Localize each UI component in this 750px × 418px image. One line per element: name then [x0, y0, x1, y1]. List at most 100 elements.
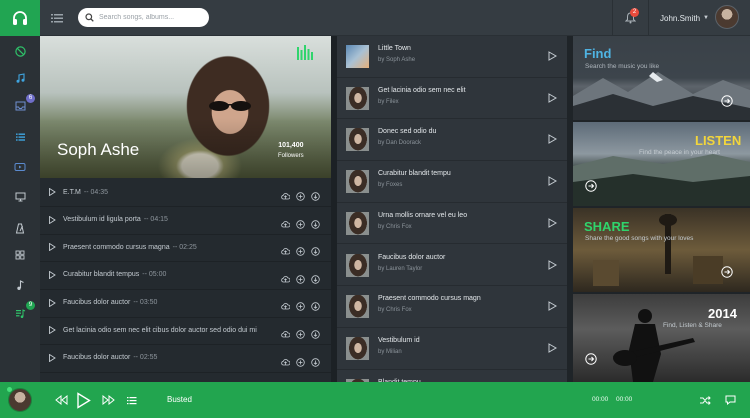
listen-subtitle: Find the peace in your heart [639, 149, 720, 156]
feature-card-find[interactable]: Find Search the music you like [573, 36, 750, 120]
sidebar-item-playlists[interactable]: 9 [0, 301, 40, 324]
play-icon[interactable] [48, 270, 56, 279]
cloud-upload-icon[interactable] [281, 216, 291, 227]
track-title: Faucibus dolor auctor [63, 354, 131, 362]
avatar[interactable] [715, 5, 739, 29]
cloud-upload-icon[interactable] [281, 243, 291, 255]
list-item[interactable]: Praesent commodo cursus magn by Chris Fox [337, 286, 567, 328]
arrow-right-icon[interactable] [721, 95, 733, 107]
play-icon[interactable] [48, 298, 56, 307]
table-row[interactable]: Faucibus dolor auctor -- 03:50 [40, 288, 331, 318]
song-artist: by Foxes [378, 182, 403, 189]
track-duration: -- 02:55 [133, 354, 158, 362]
download-circle-icon[interactable] [311, 354, 320, 367]
notifications-button[interactable]: 2 [612, 0, 649, 36]
headphones-logo-button[interactable] [0, 0, 40, 36]
cloud-upload-icon[interactable] [281, 188, 291, 200]
table-row[interactable]: E.T.M -- 04:35 [40, 178, 331, 208]
download-circle-icon[interactable] [311, 216, 320, 229]
feature-card-2014[interactable]: 2014 Find, Listen & Share [573, 294, 750, 382]
play-button[interactable] [76, 382, 91, 418]
track-duration: -- 02:25 [172, 243, 197, 251]
cloud-upload-icon[interactable] [281, 354, 291, 365]
list-item[interactable]: Curabitur blandit tempu by Foxes [337, 161, 567, 203]
table-row[interactable]: Praesent commodo cursus magna -- 02:25 [40, 233, 331, 263]
play-icon[interactable] [548, 176, 557, 186]
next-button[interactable] [102, 382, 115, 418]
table-row[interactable]: Faucibus dolor auctor -- 02:55 [40, 344, 331, 373]
disc-icon [14, 45, 26, 57]
arrow-right-icon[interactable] [585, 353, 597, 365]
add-circle-icon[interactable] [296, 271, 305, 284]
add-circle-icon[interactable] [296, 354, 305, 367]
cloud-upload-icon[interactable] [281, 326, 291, 338]
user-menu[interactable]: John.Smith ▼ [660, 0, 739, 36]
player-avatar[interactable] [8, 388, 32, 412]
list-item[interactable]: Get lacinia odio sem nec elit by Filex [337, 78, 567, 120]
download-circle-icon[interactable] [311, 298, 320, 312]
sidebar-item-inbox[interactable]: 6 [0, 94, 40, 117]
list-item[interactable]: Donec sed odio du by Dan Doorack [337, 119, 567, 162]
sidebar-item-lists[interactable] [0, 126, 40, 148]
list-item[interactable]: Little Town by Soph Ashe [337, 36, 567, 78]
play-icon[interactable] [548, 343, 557, 353]
sidebar-item-songs[interactable] [0, 274, 40, 296]
feature-card-share[interactable]: SHARE Share the good songs with your lov… [573, 208, 750, 292]
search-input[interactable] [99, 14, 204, 21]
sidebar-item-tempo[interactable] [0, 217, 40, 239]
player-bar: Busted 00:00 00:00 [0, 382, 750, 418]
sidebar-item-discover[interactable] [0, 40, 40, 62]
add-circle-icon[interactable] [296, 298, 305, 312]
add-circle-icon[interactable] [296, 216, 305, 229]
list-item[interactable]: Faucibus dolor auctor by Lauren Taylor [337, 245, 567, 287]
search-icon[interactable] [85, 13, 94, 22]
play-icon[interactable] [548, 92, 557, 103]
song-artist: by Chris Fox [378, 223, 412, 230]
arrow-right-icon[interactable] [721, 266, 733, 278]
previous-button[interactable] [55, 382, 68, 418]
lyrics-button[interactable] [725, 382, 736, 418]
add-circle-icon[interactable] [296, 188, 305, 201]
add-circle-icon[interactable] [296, 243, 305, 256]
track-actions [281, 298, 320, 312]
sidebar-item-video[interactable] [0, 156, 40, 178]
play-icon[interactable] [548, 259, 557, 270]
play-icon[interactable] [548, 217, 557, 228]
play-icon[interactable] [48, 326, 56, 335]
sidebar-item-music[interactable] [0, 67, 40, 89]
cloud-upload-icon[interactable] [281, 298, 291, 310]
arrow-right-icon[interactable] [585, 180, 597, 192]
table-row[interactable]: Get lacinia odio sem nec elit cibus dolo… [40, 316, 331, 346]
play-icon[interactable] [48, 215, 56, 224]
play-icon[interactable] [48, 353, 56, 362]
play-icon[interactable] [48, 243, 56, 252]
queue-button[interactable] [127, 382, 137, 418]
play-icon[interactable] [548, 51, 557, 61]
table-row[interactable]: Curabitur blandit tempus -- 05:00 [40, 261, 331, 291]
cloud-upload-icon[interactable] [281, 271, 291, 283]
album-thumbnail [346, 170, 369, 194]
play-icon[interactable] [48, 188, 56, 197]
download-circle-icon[interactable] [311, 243, 320, 256]
shuffle-button[interactable] [700, 382, 711, 418]
feature-card-listen[interactable]: LISTEN Find the peace in your heart [573, 122, 750, 206]
download-circle-icon[interactable] [311, 271, 320, 284]
list-item[interactable]: Urna mollis ornare vel eu leo by Chris Fo… [337, 203, 567, 245]
table-row[interactable]: Vestibulum id ligula porta -- 04:15 [40, 206, 331, 235]
valley-image [573, 154, 750, 206]
download-circle-icon[interactable] [311, 188, 320, 201]
play-icon[interactable] [548, 301, 557, 312]
equalizer-icon[interactable] [296, 44, 313, 61]
sidebar-item-screen[interactable] [0, 186, 40, 208]
sidebar-item-apps[interactable] [0, 244, 40, 266]
play-icon[interactable] [548, 134, 557, 145]
menu-toggle-icon[interactable] [50, 11, 64, 25]
song-artist: by Filex [378, 98, 399, 105]
add-circle-icon[interactable] [296, 326, 305, 339]
artist-photo [209, 101, 251, 111]
list-item[interactable]: Vestibulum id by Milian [337, 328, 567, 370]
download-circle-icon[interactable] [311, 326, 320, 339]
inbox-icon [15, 101, 25, 111]
track-actions [281, 243, 320, 256]
list-item[interactable]: Blandit tempu [337, 370, 567, 382]
